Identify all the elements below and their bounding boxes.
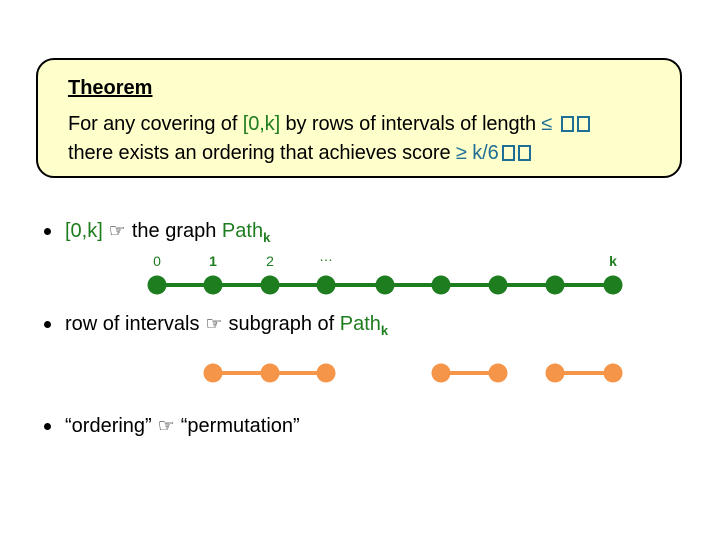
subgraph-node	[488, 363, 508, 383]
path-node-label: …	[319, 248, 333, 264]
subgraph-node	[431, 363, 451, 383]
subgraph-node	[603, 363, 623, 383]
subgraph-node	[545, 363, 565, 383]
path-node	[316, 275, 336, 295]
subgraph-node	[260, 363, 280, 383]
path-node	[147, 275, 167, 295]
path-node-label: 0	[153, 253, 161, 269]
path-node-label: 2	[266, 253, 274, 269]
path-node	[603, 275, 623, 295]
path-node	[431, 275, 451, 295]
path-node-label: 1	[209, 253, 217, 269]
subgraph-node	[316, 363, 336, 383]
path-node	[260, 275, 280, 295]
path-node-label: k	[609, 253, 617, 269]
path-node	[488, 275, 508, 295]
path-node	[203, 275, 223, 295]
path-node	[375, 275, 395, 295]
path-node	[545, 275, 565, 295]
subgraph-node	[203, 363, 223, 383]
graph-diagram: 0 1 2 … k	[147, 248, 623, 383]
